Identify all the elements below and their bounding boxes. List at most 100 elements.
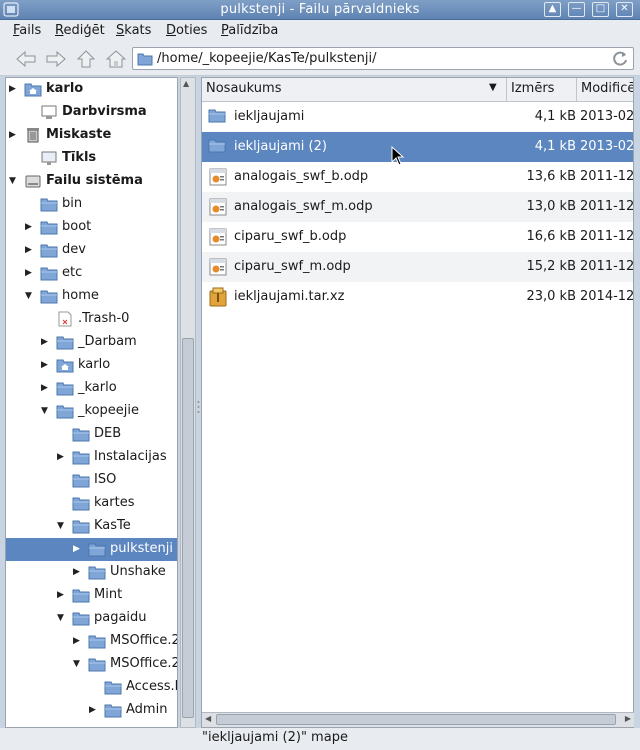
reload-icon[interactable] [612, 50, 629, 67]
file-size: 13,6 kB [526, 169, 576, 184]
tree-item-label: MSOffice.2 [110, 633, 178, 648]
tree-item[interactable]: ▶ Unshake [6, 561, 177, 584]
file-row[interactable]: analogais_swf_m.odp 13,0 kB 2011-12- [202, 192, 633, 222]
tree-item[interactable]: kartes [6, 492, 177, 515]
tree-item[interactable]: ISO [6, 469, 177, 492]
expand-arrow-icon[interactable]: ▶ [41, 359, 51, 371]
collapse-arrow-icon[interactable]: ▼ [57, 520, 67, 532]
tree-item[interactable]: Darbvirsma [6, 101, 177, 124]
tree-item[interactable]: ▶ karlo [6, 354, 177, 377]
shade-button[interactable]: ▲ [544, 2, 561, 17]
tree-item[interactable]: ▶ _karlo [6, 377, 177, 400]
up-button[interactable] [74, 48, 98, 70]
tree-item[interactable]: ▶ _Darbam [6, 331, 177, 354]
status-bar: "iekljaujami (2)" mape [0, 728, 640, 750]
menu-file[interactable]: Fails [13, 23, 41, 38]
file-list-hscrollbar[interactable]: ◀ ▶ [202, 712, 634, 727]
column-modified-header[interactable]: Modificē [577, 78, 633, 101]
file-row[interactable]: analogais_swf_b.odp 13,6 kB 2011-12- [202, 162, 634, 192]
folder-icon [40, 290, 58, 304]
tree-item[interactable]: Access.l [6, 676, 177, 699]
location-field[interactable]: /home/_kopeejie/KasTe/pulkstenji/ [132, 47, 634, 70]
expand-arrow-icon[interactable]: ▶ [41, 336, 51, 348]
tree-item-label: Miskaste [46, 127, 112, 142]
tree-item[interactable]: ▶ etc [6, 262, 177, 285]
sidebar-scrollbar-thumb[interactable] [182, 338, 194, 718]
tree-item-label: Unshake [110, 564, 166, 579]
file-row[interactable]: ciparu_swf_b.odp 16,6 kB 2011-12- [202, 222, 633, 252]
scroll-right-icon[interactable]: ▶ [625, 714, 631, 723]
file-row[interactable]: iekljaujami.tar.xz 23,0 kB 2014-12- [202, 282, 633, 312]
menu-help[interactable]: Palīdzība [221, 23, 278, 38]
collapse-arrow-icon[interactable]: ▼ [9, 175, 19, 187]
tree-item[interactable]: ▼ pagaidu [6, 607, 177, 630]
mouse-cursor-icon [391, 146, 405, 166]
folder-icon [72, 520, 90, 534]
expand-arrow-icon[interactable]: ▶ [57, 451, 67, 463]
file-row[interactable]: ciparu_swf_m.odp 15,2 kB 2011-12- [202, 252, 633, 282]
folder-icon [104, 681, 122, 695]
trash-folder-icon [58, 311, 72, 327]
tree-item[interactable]: ▼ MSOffice.2 [6, 653, 177, 676]
tree-item[interactable]: ▶ Mint [6, 584, 177, 607]
collapse-arrow-icon[interactable]: ▼ [25, 290, 35, 302]
home-button[interactable] [104, 48, 128, 70]
expand-arrow-icon[interactable]: ▶ [25, 267, 35, 279]
maximize-button[interactable]: □ [592, 2, 609, 17]
expand-arrow-icon[interactable]: ▶ [9, 129, 19, 141]
expand-arrow-icon[interactable]: ▶ [41, 382, 51, 394]
sidebar-scrollbar[interactable]: ▲ [180, 77, 196, 728]
expand-arrow-icon[interactable]: ▶ [73, 635, 83, 647]
expand-arrow-icon[interactable]: ▶ [57, 589, 67, 601]
tree-item[interactable]: ▼ _kopeejie [6, 400, 177, 423]
expand-arrow-icon[interactable]: ▶ [73, 543, 83, 555]
tree-item[interactable]: ▶ Miskaste [6, 124, 177, 147]
expand-arrow-icon[interactable]: ▶ [89, 704, 99, 716]
tree-item[interactable]: ▶ Instalacijas [6, 446, 177, 469]
tree-item[interactable]: ▼ Failu sistēma [6, 170, 177, 193]
tree-item[interactable]: ▶ pulkstenji [6, 538, 177, 561]
column-name-header[interactable]: Nosaukums ▼ [202, 78, 507, 101]
menu-edit[interactable]: Rediģēt [55, 23, 105, 38]
tree-item[interactable]: bin [6, 193, 177, 216]
file-date: 2013-02- [580, 139, 634, 154]
file-row[interactable]: iekljaujami 4,1 kB 2013-02- [202, 102, 633, 132]
collapse-arrow-icon[interactable]: ▼ [73, 658, 83, 670]
tree-item[interactable]: ▼ KasTe [6, 515, 177, 538]
tree-item-label: boot [62, 219, 92, 234]
file-list: Nosaukums ▼ Izmērs Modificē iekljaujami 4… [201, 77, 634, 728]
file-row[interactable]: iekljaujami (2) 4,1 kB 2013-02- [202, 132, 634, 162]
hscrollbar-thumb[interactable] [216, 714, 616, 725]
expand-arrow-icon[interactable]: ▶ [25, 244, 35, 256]
grip-icon [197, 401, 200, 413]
file-date: 2011-12- [580, 169, 634, 184]
folder-icon [40, 244, 58, 258]
expand-arrow-icon[interactable]: ▶ [73, 566, 83, 578]
tree-item[interactable]: ▶ dev [6, 239, 177, 262]
expand-arrow-icon[interactable]: ▶ [9, 83, 19, 95]
expand-arrow-icon[interactable]: ▶ [25, 221, 35, 233]
folder-icon [208, 109, 226, 123]
folder-icon [72, 497, 90, 511]
forward-button[interactable] [44, 48, 68, 70]
pane-splitter[interactable] [197, 400, 200, 414]
minimize-button[interactable]: — [568, 2, 585, 17]
column-size-header[interactable]: Izmērs [507, 78, 577, 101]
tree-item[interactable]: ▶ boot [6, 216, 177, 239]
scroll-left-icon[interactable]: ◀ [205, 714, 211, 723]
menu-go[interactable]: Doties [166, 23, 207, 38]
tree-item[interactable]: Tīkls [6, 147, 177, 170]
collapse-arrow-icon[interactable]: ▼ [57, 612, 67, 624]
tree-item[interactable]: ▼ home [6, 285, 177, 308]
tree-item-label: _kopeejie [78, 403, 139, 418]
tree-item[interactable]: ▶ MSOffice.2 [6, 630, 178, 653]
collapse-arrow-icon[interactable]: ▼ [41, 405, 51, 417]
tree-item[interactable]: DEB [6, 423, 177, 446]
tree-item[interactable]: ▶ Admin [6, 699, 177, 722]
tree-item[interactable]: ▶ karlo [6, 78, 177, 101]
menu-view[interactable]: Skats [116, 23, 151, 38]
tree-item[interactable]: .Trash-0 [6, 308, 177, 331]
close-button[interactable]: ✕ [616, 2, 633, 17]
scroll-up-icon[interactable]: ▲ [183, 79, 189, 88]
back-button[interactable] [14, 48, 38, 70]
